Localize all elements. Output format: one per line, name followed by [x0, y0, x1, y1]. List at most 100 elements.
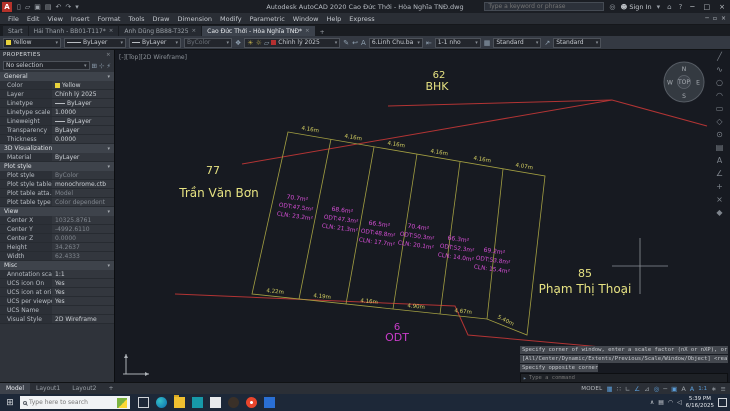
doc-minimize-button[interactable]: ─ [705, 15, 709, 22]
line-tool-icon[interactable]: ╱ [712, 52, 727, 61]
tab-cao-duc-thoi[interactable]: Cao Đức Thới - Hòa Nghĩa TNĐ*× [202, 26, 314, 36]
sign-in-button[interactable]: ☻Sign In [621, 3, 652, 11]
annotation-visibility-icon[interactable]: A [681, 385, 685, 393]
taskbar-clock[interactable]: 5:39 PM 6/16/2025 [686, 396, 714, 409]
taskbar-app-icon[interactable] [192, 397, 203, 408]
row-ucs-per-viewport-value[interactable]: Yes [52, 297, 114, 305]
menu-parametric[interactable]: Parametric [246, 15, 289, 23]
menu-dimension[interactable]: Dimension [173, 15, 216, 23]
save-icon[interactable]: ▣ [32, 3, 43, 11]
taskbar-app-icon[interactable] [210, 397, 221, 408]
row-visual-style-value[interactable]: 2D Wireframe [52, 315, 114, 323]
polar-tracking-icon[interactable]: ∠ [634, 385, 640, 393]
toggle-pickadd-icon[interactable]: ⊞ [92, 62, 97, 70]
shield-icon[interactable]: ▤ [658, 399, 664, 406]
row-ucs-icon-on-value[interactable]: Yes [52, 279, 114, 287]
menu-edit[interactable]: Edit [23, 15, 44, 23]
restore-button[interactable]: □ [701, 3, 714, 11]
mleader-style-icon[interactable]: ↗ [544, 39, 550, 47]
layer-previous-icon[interactable]: ↩ [352, 39, 358, 47]
row-linetype-scale-value[interactable]: 1.0000 [52, 108, 114, 116]
chrome-browser-icon[interactable] [246, 397, 257, 408]
doc-restore-button[interactable]: ▫ [713, 15, 717, 22]
tab-model[interactable]: Model [0, 383, 30, 394]
command-input[interactable] [529, 375, 725, 381]
minimize-button[interactable]: ─ [687, 3, 697, 11]
new-tab-button[interactable]: + [316, 29, 329, 36]
tab-hai-thanh[interactable]: Hải Thanh - BB01-T117*× [29, 26, 119, 36]
compass-center[interactable]: TOP [677, 79, 690, 86]
new-file-icon[interactable]: ▯ [15, 3, 23, 11]
volume-icon[interactable]: ◁ [677, 399, 682, 406]
menu-insert[interactable]: Insert [67, 15, 94, 23]
polyline-tool-icon[interactable]: ∿ [712, 65, 727, 74]
measure-tool-icon[interactable]: + [712, 182, 727, 191]
selection-dropdown[interactable]: No selection▾ [3, 61, 90, 70]
compass-east[interactable]: E [696, 80, 700, 87]
palette-close-icon[interactable]: × [106, 52, 111, 58]
taskbar-app-icon[interactable] [264, 397, 275, 408]
task-view-icon[interactable] [138, 397, 149, 408]
table-style-icon[interactable]: ▦ [484, 39, 491, 47]
make-layer-current-icon[interactable]: ✎ [343, 39, 349, 47]
menu-modify[interactable]: Modify [216, 15, 246, 23]
menu-format[interactable]: Format [94, 15, 125, 23]
doc-close-button[interactable]: × [721, 15, 726, 22]
compass-south[interactable]: S [682, 93, 686, 100]
ortho-icon[interactable]: ∟ [625, 385, 630, 393]
row-annotation-scale-value[interactable]: 1:1 [52, 270, 114, 278]
row-material-value[interactable]: ByLayer [52, 153, 114, 161]
compass-north[interactable]: N [682, 66, 687, 73]
cart-icon[interactable]: ▾ [655, 3, 663, 11]
layer-freeze-icon[interactable]: ☼ [256, 39, 262, 47]
weather-widget-icon[interactable] [117, 398, 127, 408]
quick-select-icon[interactable]: ⚡ [106, 62, 111, 70]
section-plot-style[interactable]: Plot style▾ [0, 162, 114, 171]
linetype-dropdown[interactable]: ByLayer▾ [64, 38, 126, 48]
plot-icon[interactable]: ▤ [43, 3, 54, 11]
menu-tools[interactable]: Tools [124, 15, 148, 23]
section-general[interactable]: General▾ [0, 72, 114, 81]
erase-tool-icon[interactable]: × [712, 195, 727, 204]
tray-expand-icon[interactable]: ∧ [650, 399, 654, 406]
block-tool-icon[interactable]: ◆ [712, 208, 727, 217]
row-ucs-name-value[interactable] [52, 306, 114, 314]
ellipse-tool-icon[interactable]: ⊙ [712, 130, 727, 139]
tab-start[interactable]: Start [3, 26, 28, 36]
dimension-tool-icon[interactable]: ∠ [712, 169, 727, 178]
color-dropdown[interactable]: Yellow▾ [3, 38, 61, 48]
row-ucs-icon-origin-value[interactable]: Yes [52, 288, 114, 296]
tab-layout2[interactable]: Layout2 [66, 383, 102, 394]
grid-icon[interactable]: ▦ [607, 385, 613, 393]
layer-dropdown[interactable]: ☀ ☼ ▱ Chỉnh lý 2025▾ [244, 38, 340, 48]
help-search-input[interactable] [484, 2, 604, 11]
row-color-value[interactable]: Yellow [52, 81, 114, 89]
undo-icon[interactable]: ↶ [54, 3, 64, 11]
quick-access-dropdown-icon[interactable]: ▾ [73, 3, 81, 11]
close-button[interactable]: × [716, 3, 728, 11]
section-3d-visualization[interactable]: 3D Visualization▾ [0, 144, 114, 153]
isodraft-icon[interactable]: ⊿ [644, 385, 649, 393]
drawing-canvas[interactable]: [-][Top][2D Wireframe] 4.16m 4.16m 4.16m… [115, 50, 730, 382]
file-explorer-icon[interactable] [174, 397, 185, 408]
compass-west[interactable]: W [667, 80, 673, 87]
customization-icon[interactable]: ≡ [721, 385, 726, 393]
tab-anh-dung[interactable]: Anh Dũng BB88-T325× [119, 26, 201, 36]
menu-draw[interactable]: Draw [149, 15, 174, 23]
close-tab-icon[interactable]: × [192, 28, 197, 34]
row-transparency-value[interactable]: ByLayer [52, 126, 114, 134]
table-style-dropdown[interactable]: Standard▾ [493, 38, 541, 48]
layer-on-icon[interactable]: ☀ [247, 39, 253, 47]
hatch-tool-icon[interactable]: ▤ [712, 143, 727, 152]
taskbar-app-icon[interactable] [228, 397, 239, 408]
text-tool-icon[interactable]: A [712, 156, 727, 165]
tab-layout1[interactable]: Layout1 [30, 383, 66, 394]
section-misc[interactable]: Misc▾ [0, 261, 114, 270]
search-icon[interactable]: ◎ [607, 3, 617, 11]
menu-window[interactable]: Window [289, 15, 323, 23]
menu-express[interactable]: Express [345, 15, 378, 23]
rectangle-tool-icon[interactable]: ▭ [712, 104, 727, 113]
navigation-compass[interactable]: N E S W TOP [664, 62, 704, 102]
menu-file[interactable]: File [4, 15, 23, 23]
arc-tool-icon[interactable]: ◠ [712, 91, 727, 100]
